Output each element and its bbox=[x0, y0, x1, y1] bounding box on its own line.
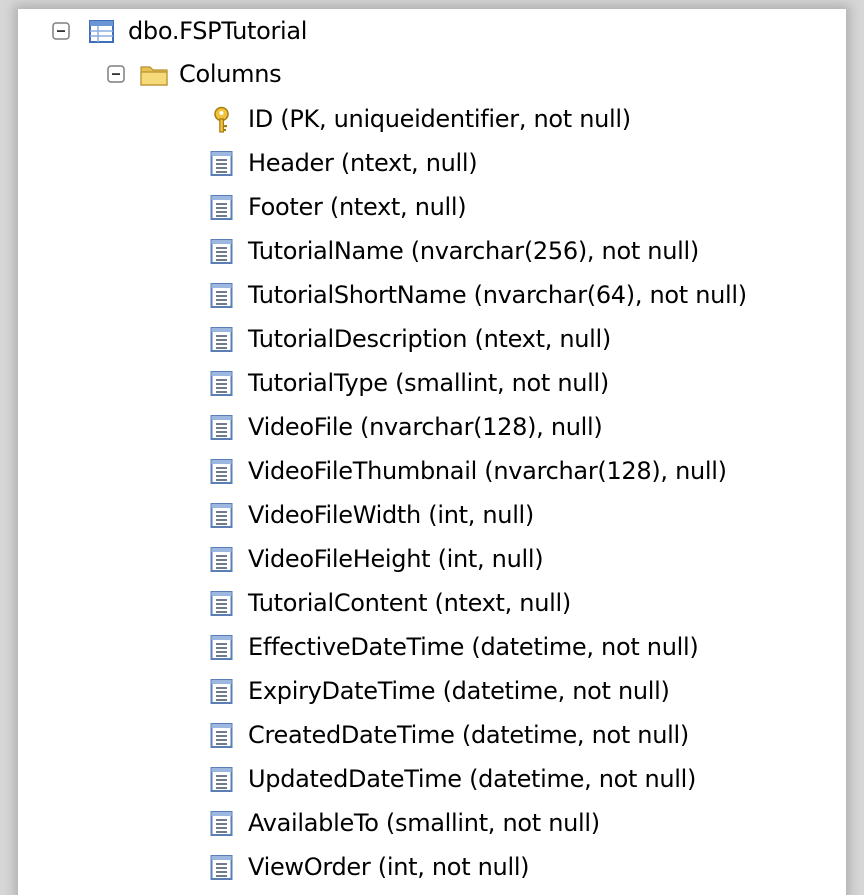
column-label: EffectiveDateTime (datetime, not null) bbox=[248, 633, 699, 661]
column-node[interactable]: AvailableTo (smallint, not null) bbox=[208, 803, 600, 843]
column-label: VideoFileThumbnail (nvarchar(128), null) bbox=[248, 457, 727, 485]
column-node[interactable]: EffectiveDateTime (datetime, not null) bbox=[208, 627, 699, 667]
column-icon bbox=[208, 370, 235, 397]
column-label: VideoFile (nvarchar(128), null) bbox=[248, 413, 603, 441]
column-label: TutorialShortName (nvarchar(64), not nul… bbox=[248, 281, 747, 309]
column-icon bbox=[208, 722, 235, 749]
column-node[interactable]: VideoFile (nvarchar(128), null) bbox=[208, 407, 603, 447]
column-label: ViewOrder (int, not null) bbox=[248, 853, 530, 881]
folder-icon bbox=[139, 61, 169, 88]
column-icon bbox=[208, 282, 235, 309]
key-icon bbox=[208, 106, 235, 133]
column-label: UpdatedDateTime (datetime, not null) bbox=[248, 765, 697, 793]
object-explorer-window: dbo.FSPTutorial Columns ID (PK, uniqueid… bbox=[0, 0, 864, 895]
column-node[interactable]: TutorialContent (ntext, null) bbox=[208, 583, 571, 623]
column-icon bbox=[208, 854, 235, 881]
column-node[interactable]: ID (PK, uniqueidentifier, not null) bbox=[208, 99, 631, 139]
column-label: VideoFileWidth (int, null) bbox=[248, 501, 534, 529]
column-icon bbox=[208, 326, 235, 353]
column-node[interactable]: TutorialType (smallint, not null) bbox=[208, 363, 609, 403]
column-label: TutorialName (nvarchar(256), not null) bbox=[248, 237, 699, 265]
column-label: ExpiryDateTime (datetime, not null) bbox=[248, 677, 670, 705]
column-icon bbox=[208, 546, 235, 573]
column-icon bbox=[208, 238, 235, 265]
column-label: Footer (ntext, null) bbox=[248, 193, 467, 221]
tree-node-columns-folder[interactable]: Columns bbox=[107, 54, 282, 94]
column-icon bbox=[208, 150, 235, 177]
column-icon bbox=[208, 678, 235, 705]
column-icon bbox=[208, 502, 235, 529]
table-name: dbo.FSPTutorial bbox=[128, 17, 308, 45]
column-label: Header (ntext, null) bbox=[248, 149, 478, 177]
column-icon bbox=[208, 590, 235, 617]
column-label: TutorialContent (ntext, null) bbox=[248, 589, 571, 617]
column-icon bbox=[208, 414, 235, 441]
column-icon bbox=[208, 810, 235, 837]
column-node[interactable]: TutorialDescription (ntext, null) bbox=[208, 319, 611, 359]
column-node[interactable]: VideoFileHeight (int, null) bbox=[208, 539, 544, 579]
column-node[interactable]: ViewOrder (int, not null) bbox=[208, 847, 530, 887]
column-label: TutorialType (smallint, not null) bbox=[248, 369, 609, 397]
column-label: TutorialDescription (ntext, null) bbox=[248, 325, 611, 353]
column-label: VideoFileHeight (int, null) bbox=[248, 545, 544, 573]
column-label: ID (PK, uniqueidentifier, not null) bbox=[248, 105, 631, 133]
column-label: AvailableTo (smallint, not null) bbox=[248, 809, 600, 837]
column-node[interactable]: ExpiryDateTime (datetime, not null) bbox=[208, 671, 670, 711]
table-icon bbox=[88, 18, 115, 45]
columns-folder-label: Columns bbox=[179, 60, 282, 88]
collapse-icon[interactable] bbox=[52, 22, 70, 40]
column-icon bbox=[208, 634, 235, 661]
column-node[interactable]: UpdatedDateTime (datetime, not null) bbox=[208, 759, 696, 799]
object-explorer-tree: dbo.FSPTutorial Columns ID (PK, uniqueid… bbox=[18, 9, 846, 895]
column-node[interactable]: TutorialName (nvarchar(256), not null) bbox=[208, 231, 699, 271]
column-node[interactable]: Header (ntext, null) bbox=[208, 143, 478, 183]
column-node[interactable]: VideoFileThumbnail (nvarchar(128), null) bbox=[208, 451, 727, 491]
collapse-icon[interactable] bbox=[107, 65, 125, 83]
tree-node-table[interactable]: dbo.FSPTutorial bbox=[52, 11, 307, 51]
column-node[interactable]: TutorialShortName (nvarchar(64), not nul… bbox=[208, 275, 747, 315]
column-node[interactable]: VideoFileWidth (int, null) bbox=[208, 495, 534, 535]
column-node[interactable]: Footer (ntext, null) bbox=[208, 187, 467, 227]
column-icon bbox=[208, 458, 235, 485]
column-label: CreatedDateTime (datetime, not null) bbox=[248, 721, 689, 749]
column-icon bbox=[208, 194, 235, 221]
column-icon bbox=[208, 766, 235, 793]
column-node[interactable]: CreatedDateTime (datetime, not null) bbox=[208, 715, 689, 755]
